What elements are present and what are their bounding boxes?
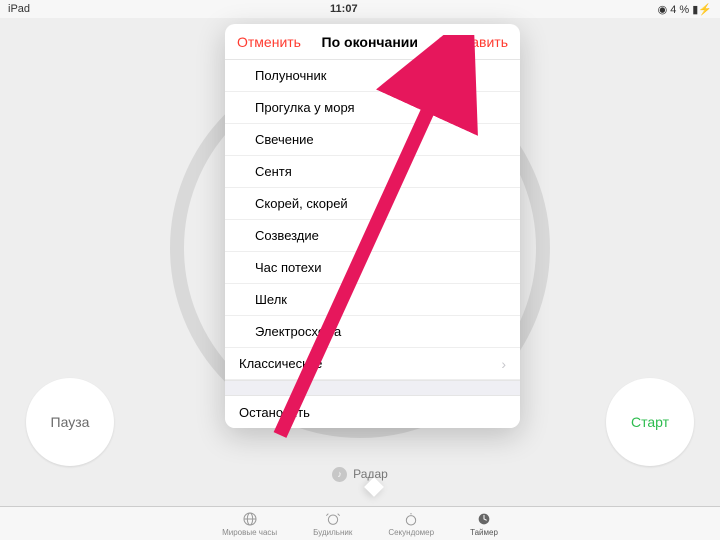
status-time: 11:07 [330,3,358,15]
stop-playing-row[interactable]: Остановить [225,396,520,428]
sound-option[interactable]: Свечение [225,124,520,156]
sound-picker-popover: Отменить По окончании Выставить Полуночн… [225,24,520,428]
sound-option[interactable]: Сентя [225,156,520,188]
list-separator [225,380,520,396]
sound-selector[interactable]: ♪ Радар [190,457,530,491]
set-button[interactable]: Выставить [439,34,508,50]
status-device: iPad [8,3,30,15]
start-button[interactable]: Старт [606,378,694,466]
classic-sounds-row[interactable]: Классические › [225,348,520,380]
cancel-button[interactable]: Отменить [237,34,301,50]
tab-timer[interactable]: Таймер [470,511,498,537]
sound-option[interactable]: Час потехи [225,252,520,284]
music-note-icon: ♪ [332,467,347,482]
sound-option[interactable]: Полуночник [225,60,520,92]
sound-option[interactable]: Электросхема [225,316,520,348]
tab-bar: Мировые часы Будильник Секундомер Таймер [0,506,720,540]
tab-world-clock[interactable]: Мировые часы [222,511,277,537]
popover-header: Отменить По окончании Выставить [225,24,520,60]
popover-title: По окончании [322,34,418,50]
sound-list[interactable]: ПолуночникПрогулка у моряСвечениеСентяСк… [225,60,520,428]
sound-option[interactable]: Созвездие [225,220,520,252]
tab-stopwatch[interactable]: Секундомер [388,511,434,537]
tab-alarm[interactable]: Будильник [313,511,352,537]
globe-icon [242,511,258,527]
pause-button[interactable]: Пауза [26,378,114,466]
chevron-right-icon: › [501,356,506,372]
timer-icon [476,511,492,527]
sound-option[interactable]: Шелк [225,284,520,316]
sound-option[interactable]: Скорей, скорей [225,188,520,220]
stopwatch-icon [403,511,419,527]
status-battery: ◉ 4 % ▮⚡ [658,3,712,16]
sound-option[interactable]: Прогулка у моря [225,92,520,124]
alarm-icon [325,511,341,527]
status-bar: iPad 11:07 ◉ 4 % ▮⚡ [0,0,720,18]
